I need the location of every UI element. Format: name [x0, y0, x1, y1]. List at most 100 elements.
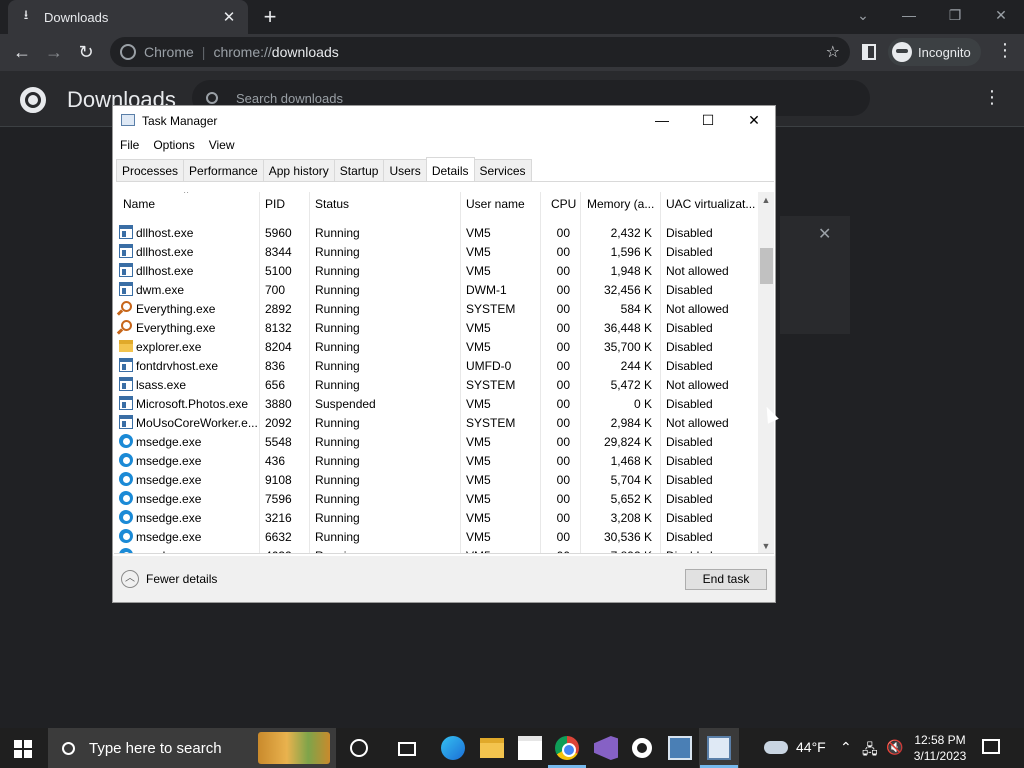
incognito-profile-button[interactable]: Incognito: [888, 38, 981, 66]
table-row[interactable]: Everything.exe 8132 Running VM5 00 36,448 K Di…: [114, 318, 762, 337]
scrollbar-thumb[interactable]: [760, 248, 773, 284]
file-explorer-icon[interactable]: [480, 738, 504, 758]
edge-icon[interactable]: [441, 736, 465, 760]
column-header-cpu[interactable]: CPU: [551, 197, 576, 211]
microsoft-store-icon[interactable]: [518, 736, 542, 760]
table-row[interactable]: Microsoft.Photos.exe 3880 Suspended VM5 00 0 …: [114, 394, 762, 413]
process-user: SYSTEM: [466, 416, 516, 430]
menu-file[interactable]: File: [113, 136, 146, 156]
maximize-button[interactable]: ☐: [685, 106, 731, 134]
chrome-icon[interactable]: [555, 736, 579, 760]
table-row[interactable]: msedge.exe 436 Running VM5 00 1,468 K Disabled: [114, 451, 762, 470]
clock-time: 12:58 PM: [914, 733, 966, 747]
edge-icon: [119, 491, 133, 505]
table-row[interactable]: MoUsoCoreWorker.e... 2092 Running SYSTEM 00 2…: [114, 413, 762, 432]
start-button[interactable]: [14, 740, 32, 758]
process-user: VM5: [466, 492, 491, 506]
reload-icon[interactable]: ↻: [72, 38, 100, 66]
table-row[interactable]: dwm.exe 700 Running DWM-1 00 32,456 K Disabled: [114, 280, 762, 299]
task-view-icon[interactable]: [398, 742, 416, 756]
weather-widget[interactable]: 44°F: [764, 739, 826, 755]
close-window-button[interactable]: ✕: [978, 0, 1024, 34]
process-memory: 0 K: [633, 397, 652, 411]
fewer-details-button[interactable]: ︿ Fewer details: [121, 570, 217, 588]
application-icon: [119, 358, 133, 372]
tab-processes[interactable]: Processes: [116, 159, 185, 181]
back-arrow-icon[interactable]: ←: [8, 38, 36, 66]
process-name: msedge.exe: [136, 511, 202, 525]
network-icon[interactable]: 🖧: [862, 739, 878, 763]
process-uac: Disabled: [666, 435, 713, 449]
table-row[interactable]: msedge.exe 5548 Running VM5 00 29,824 K Disabl…: [114, 432, 762, 451]
column-header-memory[interactable]: Memory (a...: [587, 197, 654, 211]
menu-view[interactable]: View: [202, 136, 242, 156]
new-tab-button[interactable]: +: [258, 3, 282, 31]
close-button[interactable]: ✕: [731, 106, 777, 134]
restore-button[interactable]: ❐: [932, 0, 978, 34]
remote-desktop-icon[interactable]: [668, 736, 692, 760]
tab-app-history[interactable]: App history: [262, 159, 335, 181]
minimize-button[interactable]: —: [639, 106, 685, 134]
column-header-user-name[interactable]: User name: [466, 197, 525, 211]
end-task-button[interactable]: End task: [685, 569, 767, 590]
vertical-scrollbar[interactable]: ▲ ▼: [758, 192, 774, 553]
tab-performance[interactable]: Performance: [183, 159, 264, 181]
task-manager-titlebar[interactable]: Task Manager — ☐ ✕: [113, 106, 775, 134]
tab-users[interactable]: Users: [383, 159, 427, 181]
tab-details[interactable]: Details: [425, 157, 475, 180]
browser-menu-icon[interactable]: ⋮: [996, 40, 1014, 61]
tab-close-button[interactable]: ✕: [220, 8, 238, 26]
menu-options[interactable]: Options: [146, 136, 201, 156]
scroll-up-arrow-icon[interactable]: ▲: [758, 192, 774, 208]
clock[interactable]: 12:58 PM 3/11/2023: [910, 732, 970, 764]
forward-arrow-icon[interactable]: →: [40, 38, 68, 66]
edge-icon: [119, 548, 133, 553]
table-row[interactable]: Everything.exe 2892 Running SYSTEM 00 584 K No…: [114, 299, 762, 318]
visual-studio-icon[interactable]: [594, 736, 618, 760]
column-header-name[interactable]: Name: [123, 197, 155, 211]
minimize-button[interactable]: —: [886, 0, 932, 34]
process-cpu: 00: [556, 283, 570, 297]
tab-startup[interactable]: Startup: [333, 159, 385, 181]
side-panel-icon[interactable]: [862, 44, 876, 60]
table-row[interactable]: msedge.exe 6632 Running VM5 00 30,536 K Disabl…: [114, 527, 762, 546]
process-status: Running: [315, 473, 360, 487]
application-icon: [119, 377, 133, 391]
address-bar[interactable]: Chrome | chrome://downloads ☆: [110, 37, 850, 67]
taskbar-search-input[interactable]: Type here to search: [48, 728, 336, 768]
task-manager-taskbar-icon[interactable]: [707, 736, 731, 760]
tab-search-icon[interactable]: ⌄: [840, 0, 886, 34]
table-row[interactable]: dllhost.exe 8344 Running VM5 00 1,596 K Disabl…: [114, 242, 762, 261]
notifications-icon[interactable]: [982, 739, 1000, 754]
table-row[interactable]: explorer.exe 8204 Running VM5 00 35,700 K Disa…: [114, 337, 762, 356]
scroll-down-arrow-icon[interactable]: ▼: [758, 538, 774, 553]
omnibox-scheme: Chrome: [144, 44, 194, 60]
chevron-up-icon[interactable]: ⌃: [840, 739, 852, 756]
everything-search-icon: [121, 301, 132, 312]
process-uac: Disabled: [666, 226, 713, 240]
downloads-menu-icon[interactable]: ⋮: [983, 87, 1001, 108]
column-header-status[interactable]: Status: [315, 197, 349, 211]
tab-downloads[interactable]: ⭳ Downloads ✕: [8, 0, 248, 34]
column-header-pid[interactable]: PID: [265, 197, 285, 211]
table-row[interactable]: msedge.exe 9108 Running VM5 00 5,704 K Disable…: [114, 470, 762, 489]
table-row[interactable]: msedge.exe 3216 Running VM5 00 3,208 K Disable…: [114, 508, 762, 527]
column-header-uac[interactable]: UAC virtualizat...: [666, 197, 755, 211]
table-row[interactable]: msedge.exe 4632 Running VM5 00 7,892 K Disable…: [114, 546, 762, 553]
tab-services[interactable]: Services: [473, 159, 532, 181]
table-row[interactable]: dllhost.exe 5960 Running VM5 00 2,432 K Disabl…: [114, 223, 762, 242]
bookmark-star-icon[interactable]: ☆: [826, 42, 840, 62]
process-uac: Disabled: [666, 245, 713, 259]
table-row[interactable]: fontdrvhost.exe 836 Running UMFD-0 00 244 K Di…: [114, 356, 762, 375]
settings-gear-icon[interactable]: [632, 738, 652, 758]
table-row[interactable]: msedge.exe 7596 Running VM5 00 5,652 K Disable…: [114, 489, 762, 508]
folder-icon: [119, 340, 133, 352]
taskbar-search-placeholder: Type here to search: [89, 739, 222, 757]
cortana-icon[interactable]: [350, 739, 368, 757]
process-name: dllhost.exe: [136, 264, 194, 278]
download-item-close-button[interactable]: ✕: [818, 224, 831, 244]
table-row[interactable]: lsass.exe 656 Running SYSTEM 00 5,472 K Not al…: [114, 375, 762, 394]
table-row[interactable]: dllhost.exe 5100 Running VM5 00 1,948 K Not al…: [114, 261, 762, 280]
volume-muted-icon[interactable]: 🔇: [886, 739, 903, 756]
process-status: Running: [315, 549, 360, 553]
